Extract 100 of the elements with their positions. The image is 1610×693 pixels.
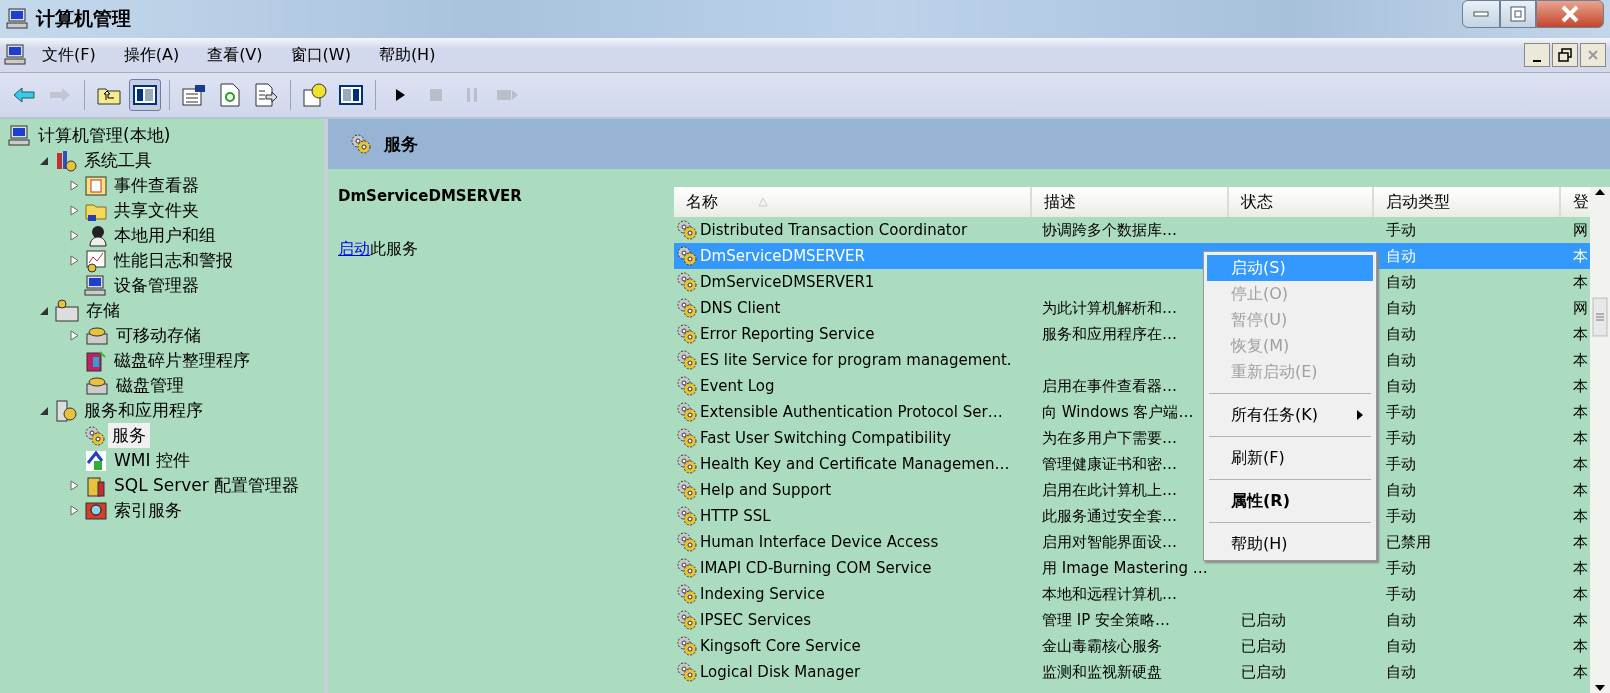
scroll-up-icon[interactable] <box>1594 187 1606 197</box>
table-cell[interactable]: Error Reporting Service <box>700 325 875 343</box>
tree-item[interactable]: 服务和应用程序 <box>80 398 207 423</box>
tree-item[interactable]: 事件查看器 <box>110 173 203 198</box>
tree-item[interactable]: 设备管理器 <box>110 273 203 298</box>
table-cell[interactable]: Kingsoft Core Service <box>700 637 861 655</box>
log-icon <box>84 173 108 198</box>
restore-icon <box>1558 48 1572 62</box>
gears-icon <box>676 219 698 241</box>
table-cell[interactable]: Help and Support <box>700 481 832 499</box>
properties-icon[interactable] <box>181 83 207 107</box>
close-button[interactable] <box>1536 0 1604 28</box>
help-icon[interactable] <box>302 82 328 108</box>
tree-item[interactable]: 性能日志和警报 <box>110 248 237 273</box>
table-cell-text: 自动 <box>1385 349 1417 371</box>
sort-icon <box>758 197 768 207</box>
table-cell-text: 自动 <box>1385 375 1417 397</box>
table-cell[interactable]: Indexing Service <box>700 585 825 603</box>
table-cell-text: 管理健康证书和密… <box>1041 453 1178 475</box>
table-cell-text: 向 Windows 客户端… <box>1041 401 1195 423</box>
column-header[interactable]: 状态 <box>1229 187 1374 217</box>
table-cell[interactable]: Distributed Transaction Coordinator <box>700 221 968 239</box>
expand-icon[interactable] <box>69 505 79 516</box>
scroll-thumb[interactable] <box>1592 297 1608 337</box>
expand-icon[interactable] <box>69 330 79 341</box>
minimize-button[interactable] <box>1524 43 1550 67</box>
table-cell-text: 本 <box>1572 609 1589 631</box>
restore-button[interactable] <box>1552 43 1578 67</box>
table-cell-text: 服务和应用程序在… <box>1041 323 1178 345</box>
menu-item[interactable]: 所有任务(K) <box>1207 402 1373 428</box>
table-cell-text: 金山毒霸核心服务 <box>1041 635 1163 657</box>
menu-item[interactable]: 查看(V) <box>193 44 277 66</box>
scrollbar[interactable] <box>1590 187 1610 693</box>
table-cell-text: 已禁用 <box>1385 531 1432 553</box>
menu-item[interactable]: 属性(R) <box>1207 488 1373 514</box>
tree-item[interactable]: 系统工具 <box>80 148 156 173</box>
table-cell-text: 已启动 <box>1240 661 1287 683</box>
play-icon[interactable] <box>393 87 407 103</box>
gears-icon <box>676 375 698 397</box>
table-cell[interactable]: DmServiceDMSERVER1 <box>700 273 875 291</box>
tree-item[interactable]: WMI 控件 <box>110 448 194 473</box>
tree-item[interactable]: 可移动存储 <box>112 323 205 348</box>
scroll-down-icon[interactable] <box>1594 683 1606 693</box>
menu-item[interactable]: 帮助(H) <box>364 44 450 66</box>
table-cell-text: 本 <box>1572 531 1589 553</box>
tree-item[interactable]: 磁盘管理 <box>112 373 188 398</box>
table-cell-text: 协调跨多个数据库… <box>1041 219 1178 241</box>
table-cell[interactable]: IMAPI CD-Burning COM Service <box>700 559 932 577</box>
tree-item[interactable]: 计算机管理(本地) <box>34 123 175 148</box>
table-cell-text: 手动 <box>1385 401 1417 423</box>
tree-item[interactable]: 服务 <box>108 423 150 448</box>
collapse-icon[interactable] <box>39 155 49 166</box>
column-header[interactable]: 启动类型 <box>1374 187 1561 217</box>
tree-item[interactable]: 磁盘碎片整理程序 <box>110 348 254 373</box>
collapse-icon[interactable] <box>39 305 49 316</box>
menu-item[interactable]: 帮助(H) <box>1207 531 1373 557</box>
table-cell[interactable]: Health Key and Certificate Managemen… <box>700 455 1010 473</box>
table-cell-text: 本 <box>1572 323 1589 345</box>
menu-item[interactable]: 文件(F) <box>28 44 110 66</box>
table-cell[interactable]: Logical Disk Manager <box>700 663 861 681</box>
expand-icon[interactable] <box>69 180 79 191</box>
table-cell-text: 本 <box>1572 271 1589 293</box>
tree-item[interactable]: 索引服务 <box>110 498 186 523</box>
back-arrow-icon[interactable] <box>12 86 36 104</box>
tree-item[interactable]: 存储 <box>82 298 124 323</box>
table-cell[interactable]: ES lite Service for program management. <box>700 351 1012 369</box>
show-tree-icon[interactable] <box>133 85 157 105</box>
action-pane-icon[interactable] <box>339 85 363 105</box>
gears-icon <box>676 635 698 657</box>
column-header[interactable]: 描述 <box>1032 187 1229 217</box>
export-list-icon[interactable] <box>254 83 278 107</box>
start-link[interactable]: 启动 <box>338 239 370 260</box>
tree-item[interactable]: 本地用户和组 <box>110 223 220 248</box>
menu-item[interactable]: 刷新(F) <box>1207 445 1373 471</box>
expand-icon[interactable] <box>69 480 79 491</box>
menu-item[interactable]: 操作(A) <box>109 44 194 66</box>
expand-icon[interactable] <box>69 205 79 216</box>
maximize-button[interactable] <box>1500 0 1536 28</box>
gears-icon <box>676 245 698 267</box>
tree-item[interactable]: SQL Server 配置管理器 <box>110 473 304 498</box>
column-header[interactable]: 名称 <box>674 187 1032 217</box>
tree-item[interactable]: 共享文件夹 <box>110 198 203 223</box>
menu-item[interactable]: 窗口(W) <box>276 44 365 66</box>
table-cell-text: 手动 <box>1385 219 1417 241</box>
table-cell[interactable]: Fast User Switching Compatibility <box>700 429 952 447</box>
expand-icon[interactable] <box>69 255 79 266</box>
table-cell[interactable]: Human Interface Device Access <box>700 533 939 551</box>
table-cell[interactable]: Event Log <box>700 377 775 395</box>
expand-icon[interactable] <box>69 230 79 241</box>
table-cell[interactable]: HTTP SSL <box>700 507 771 525</box>
defrag-icon <box>84 348 108 373</box>
wmi-icon <box>84 448 108 473</box>
table-cell[interactable]: IPSEC Services <box>700 611 811 629</box>
refresh-icon[interactable] <box>219 83 241 107</box>
collapse-icon[interactable] <box>39 405 49 416</box>
table-cell[interactable]: Extensible Authentication Protocol Ser… <box>700 403 1003 421</box>
table-cell-text: 为此计算机解析和… <box>1041 297 1178 319</box>
table-cell[interactable]: DNS Client <box>700 299 781 317</box>
gears-icon <box>676 297 698 319</box>
column-header[interactable]: 登 <box>1561 187 1590 217</box>
